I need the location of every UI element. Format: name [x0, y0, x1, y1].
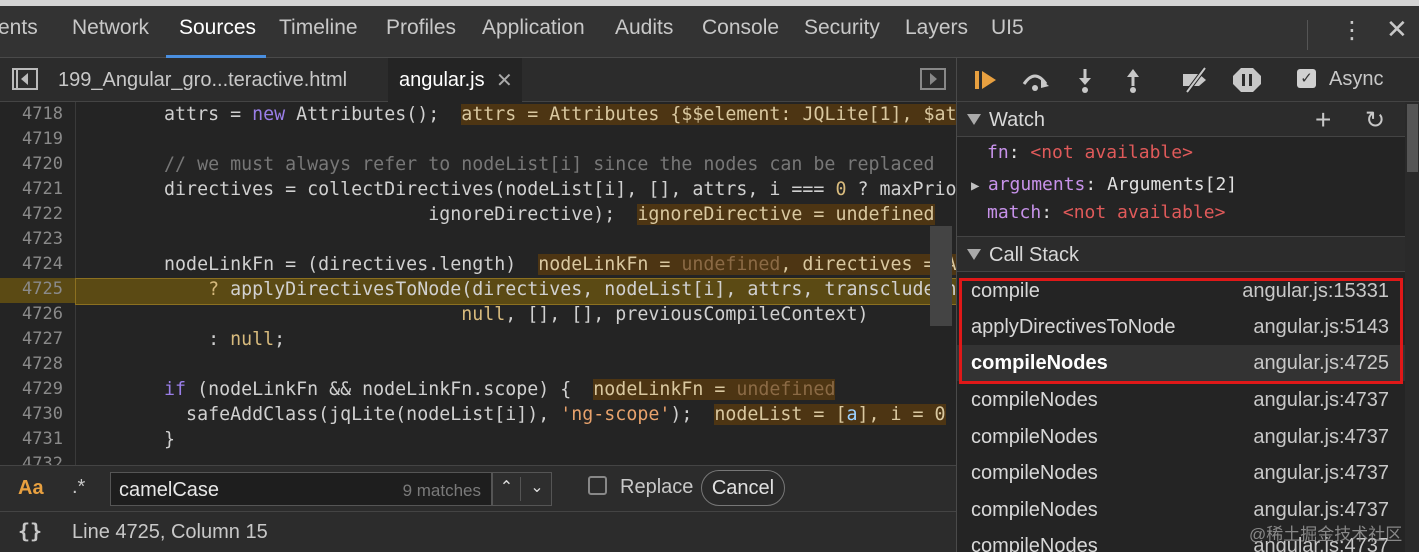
code-line-4731: }: [76, 429, 176, 450]
match-count: 9 matches: [402, 481, 481, 500]
line-number[interactable]: 4730: [22, 404, 63, 424]
status-bar: {} Line 4725, Column 15: [0, 511, 956, 552]
close-devtools-icon[interactable]: ✕: [1386, 14, 1408, 45]
line-number[interactable]: 4732: [22, 454, 63, 465]
editor-vertical-scrollbar[interactable]: [930, 226, 952, 326]
code-editor[interactable]: 4718 4719 4720 4721 4722 4723 4724 4725 4726 4727…: [0, 102, 956, 465]
debugger-sidebar: ✓ Async Watch + ↻ fn: <not available> ▶ …: [956, 58, 1419, 552]
step-over-icon[interactable]: [1019, 66, 1051, 94]
line-number[interactable]: 4723: [22, 229, 63, 249]
step-into-icon[interactable]: [1069, 66, 1101, 94]
watermark: @稀土掘金技术社区: [1249, 525, 1403, 544]
tab-ui5[interactable]: UI5: [991, 16, 1024, 40]
add-watch-icon[interactable]: +: [1315, 104, 1331, 136]
tab-audits[interactable]: Audits: [615, 16, 673, 40]
scroll-thumb[interactable]: [1407, 104, 1418, 172]
watch-item-arguments[interactable]: ▶ arguments: Arguments[2]: [971, 174, 1237, 195]
line-number[interactable]: 4720: [22, 154, 63, 174]
panel-tab-bar: ents Network Sources Timeline Profiles A…: [0, 0, 1419, 58]
tab-sources[interactable]: Sources: [179, 16, 256, 40]
more-options-icon[interactable]: ⋮: [1340, 16, 1364, 45]
callstack-frame[interactable]: compileNodes angular.js:4737: [957, 382, 1405, 418]
line-number[interactable]: 4719: [22, 129, 63, 149]
code-line-4726: null, [], [], previousCompileContext): [461, 304, 869, 325]
line-number[interactable]: 4731: [22, 429, 63, 449]
async-checkbox[interactable]: ✓: [1297, 69, 1316, 88]
pause-on-exceptions-icon[interactable]: [1231, 66, 1263, 94]
watch-section-header[interactable]: Watch + ↻: [957, 101, 1405, 137]
inline-value-nodelinkfn-2: nodeLinkFn = undefined: [593, 379, 836, 400]
cursor-position: Line 4725, Column 15: [72, 521, 268, 543]
match-case-toggle[interactable]: Aa: [18, 477, 44, 500]
code-line-4722: ignoreDirective); ignoreDirective = unde…: [76, 204, 935, 225]
line-number[interactable]: 4726: [22, 304, 63, 324]
watch-item-fn[interactable]: fn: <not available>: [987, 142, 1193, 163]
inline-value-nodelinkfn: nodeLinkFn = undefined, directives = Arr…: [538, 254, 956, 275]
watch-title: Watch: [989, 109, 1045, 131]
callstack-frame[interactable]: compileNodes angular.js:4737: [957, 419, 1405, 455]
previous-match-button[interactable]: ⌃: [493, 477, 521, 501]
async-label: Async: [1329, 68, 1384, 90]
debugger-toolbar: ✓ Async: [957, 58, 1419, 102]
step-out-icon[interactable]: [1117, 66, 1149, 94]
tab-security[interactable]: Security: [804, 16, 880, 40]
line-number[interactable]: 4721: [22, 179, 63, 199]
toggle-debugger-icon[interactable]: [920, 68, 946, 90]
tab-network[interactable]: Network: [72, 16, 149, 40]
pretty-print-button[interactable]: {}: [18, 519, 42, 543]
tab-elements-truncated[interactable]: ents: [0, 16, 38, 40]
refresh-watch-icon[interactable]: ↻: [1365, 106, 1385, 135]
line-number[interactable]: 4724: [22, 254, 63, 274]
search-query: camelCase: [119, 479, 220, 501]
code-line-4730: safeAddClass(jqLite(nodeList[i]), 'ng-sc…: [76, 404, 946, 425]
deactivate-breakpoints-icon[interactable]: [1179, 66, 1211, 94]
line-number[interactable]: 4727: [22, 329, 63, 349]
editor-file-tabs: 199_Angular_gro...teractive.html angular…: [0, 58, 956, 102]
code-line-4725-paused: ? applyDirectivesToNode(directives, node…: [75, 278, 956, 305]
code-line-4721: directives = collectDirectives(nodeList[…: [76, 179, 956, 200]
tab-layers[interactable]: Layers: [905, 16, 968, 40]
search-nav: ⌃ ⌄: [492, 472, 552, 506]
callstack-highlight-box: [959, 278, 1403, 384]
line-number[interactable]: 4722: [22, 204, 63, 224]
regex-toggle[interactable]: .*: [72, 476, 85, 499]
line-number[interactable]: 4729: [22, 379, 63, 399]
callstack-frame[interactable]: compileNodes angular.js:4737: [957, 455, 1405, 491]
file-tab-angular-js[interactable]: angular.js: [399, 69, 485, 92]
replace-checkbox[interactable]: [588, 476, 607, 495]
search-input[interactable]: camelCase 9 matches: [110, 472, 492, 506]
inline-value-attrs: attrs = Attributes {$$element: JQLite[1]…: [461, 104, 956, 125]
code-line-4727: : null;: [76, 329, 286, 350]
tab-profiles[interactable]: Profiles: [386, 16, 456, 40]
expand-triangle-icon[interactable]: ▶: [971, 178, 988, 194]
file-tab-html[interactable]: 199_Angular_gro...teractive.html: [58, 69, 347, 92]
toolbar-divider: [1307, 20, 1308, 50]
toggle-navigator-icon[interactable]: [12, 68, 38, 90]
resume-icon[interactable]: [971, 66, 1003, 94]
code-line-4720: // we must always refer to nodeList[i] s…: [76, 154, 935, 175]
line-number[interactable]: 4718: [22, 104, 63, 124]
line-number[interactable]: 4725: [22, 279, 63, 299]
tab-timeline[interactable]: Timeline: [279, 16, 358, 40]
collapse-triangle-icon: [967, 114, 981, 125]
tab-application[interactable]: Application: [482, 16, 585, 40]
code-line-4724: nodeLinkFn = (directives.length) nodeLin…: [76, 254, 956, 279]
search-bar: Aa .* camelCase 9 matches ⌃ ⌄ Replace Ca…: [0, 465, 956, 511]
replace-label: Replace: [620, 476, 694, 498]
next-match-button[interactable]: ⌄: [523, 477, 551, 501]
inline-value-nodelist: nodeList = [a], i = 0: [714, 404, 946, 425]
watch-item-match[interactable]: match: <not available>: [987, 202, 1225, 223]
tab-console[interactable]: Console: [702, 16, 779, 40]
collapse-triangle-icon: [967, 249, 981, 260]
sidebar-scrollbar[interactable]: [1405, 102, 1419, 552]
close-tab-icon[interactable]: ✕: [496, 68, 513, 93]
callstack-section-header[interactable]: Call Stack: [957, 236, 1405, 272]
code-line-4729: if (nodeLinkFn && nodeLinkFn.scope) { no…: [76, 379, 836, 400]
inline-value-ignoredirective: ignoreDirective = undefined: [637, 204, 935, 225]
code-line-4718: attrs = new Attributes(); attrs = Attrib…: [76, 104, 956, 129]
cancel-button[interactable]: Cancel: [701, 470, 785, 506]
callstack-title: Call Stack: [989, 244, 1080, 266]
line-number[interactable]: 4728: [22, 354, 63, 374]
